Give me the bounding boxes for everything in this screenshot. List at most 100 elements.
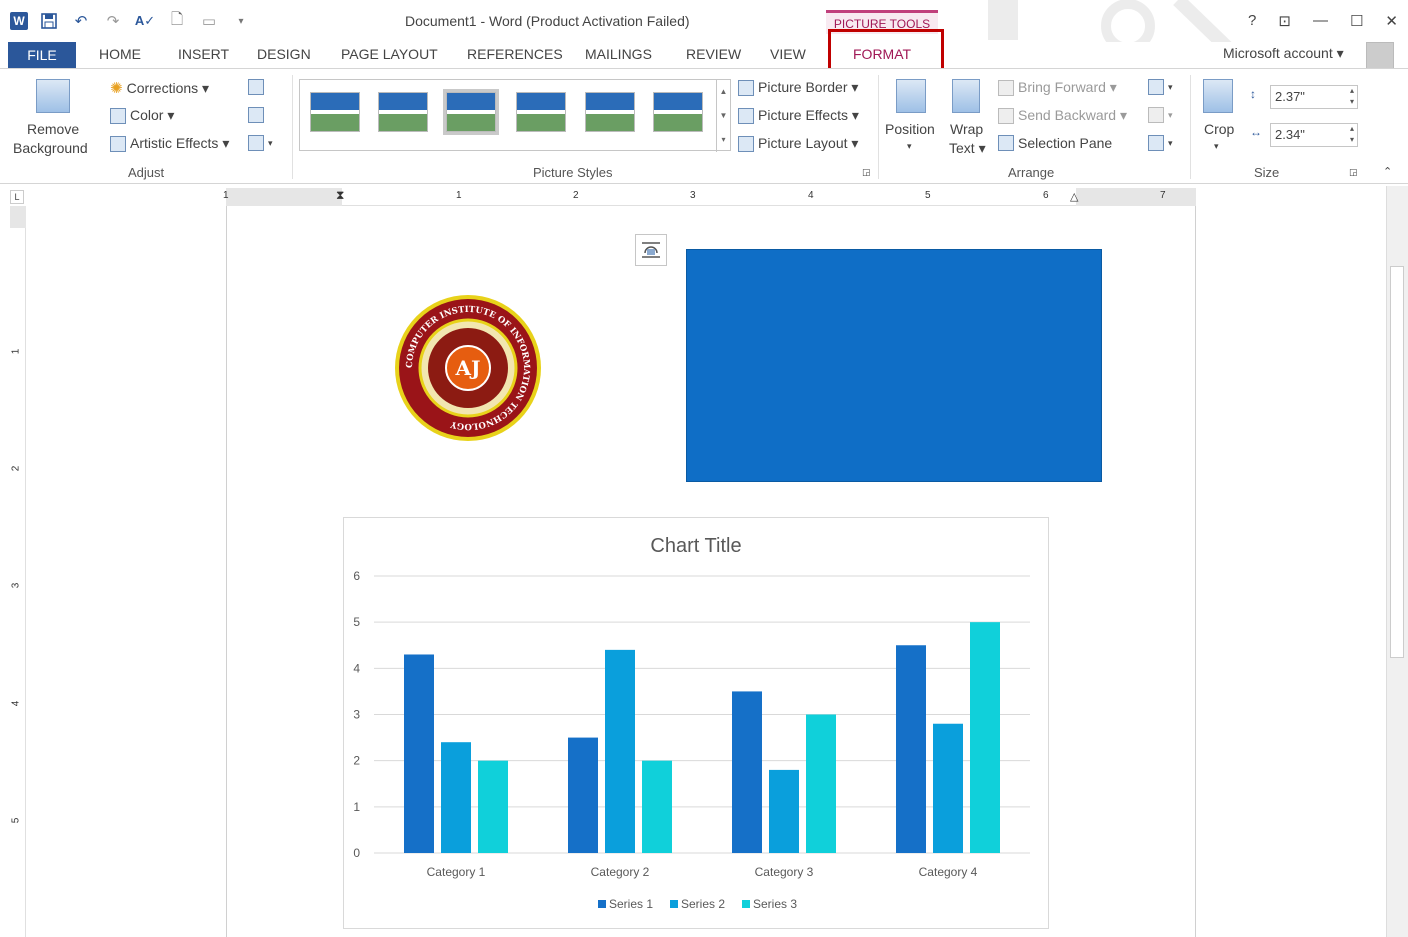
picture-style-3[interactable] <box>443 89 499 135</box>
gallery-more-icon[interactable]: ▾ <box>716 128 730 152</box>
ruler-number: 3 <box>10 582 22 589</box>
wrap-text-icon[interactable] <box>952 79 980 113</box>
open-folder-icon[interactable]: ▭ <box>198 10 220 32</box>
vertical-ruler[interactable]: 1 2 3 4 5 <box>10 206 26 937</box>
tab-format[interactable]: FORMAT <box>853 46 911 62</box>
shape-height-input[interactable]: 2.37" <box>1270 85 1358 109</box>
artistic-effects-button[interactable]: Artistic Effects ▾ <box>110 135 229 152</box>
tab-insert[interactable]: INSERT <box>178 46 229 62</box>
undo-icon[interactable]: ↶ <box>70 10 92 32</box>
wrap-text-button-line2[interactable]: Text ▾ <box>949 140 986 157</box>
compress-pictures-button[interactable] <box>248 79 264 95</box>
chart-object[interactable]: Chart Title 0 1 2 3 4 5 6 Category 1 Category 2 Ca… <box>343 517 1049 929</box>
crop-icon[interactable] <box>1203 79 1233 113</box>
ruler-number: 2 <box>573 190 579 201</box>
chevron-down-icon: ▾ <box>907 141 912 151</box>
color-button[interactable]: Color ▾ <box>110 107 174 124</box>
picture-style-4[interactable] <box>516 92 566 132</box>
picture-border-button[interactable]: Picture Border ▾ <box>738 79 858 96</box>
wrap-text-button-line1[interactable]: Wrap <box>950 121 983 137</box>
tab-file[interactable]: FILE <box>8 42 76 68</box>
picture-style-6[interactable] <box>653 92 703 132</box>
tab-references[interactable]: REFERENCES <box>467 46 563 62</box>
corrections-button[interactable]: ✺ Corrections ▾ <box>110 79 209 98</box>
rotate-button[interactable]: ▾ <box>1148 135 1173 151</box>
picture-effects-button[interactable]: Picture Effects ▾ <box>738 107 859 124</box>
align-button[interactable]: ▾ <box>1148 79 1173 95</box>
ruler-number: 5 <box>10 817 22 824</box>
bar <box>806 714 836 853</box>
tab-design[interactable]: DESIGN <box>257 46 311 62</box>
blue-rectangle-shape[interactable] <box>686 249 1102 482</box>
quick-access-toolbar: W ↶ ↷ A✓ 🗋 ▭ ▾ <box>10 10 252 32</box>
indent-marker-icon[interactable]: ⧗ <box>336 188 344 203</box>
rotate-icon <box>1148 135 1164 151</box>
picture-style-2[interactable] <box>378 92 428 132</box>
bar <box>769 769 799 853</box>
tab-page-layout[interactable]: PAGE LAYOUT <box>341 46 438 62</box>
right-indent-marker-icon[interactable]: △ <box>1070 190 1078 203</box>
position-icon[interactable] <box>896 79 926 113</box>
reset-picture-button[interactable]: ▾ <box>248 135 273 151</box>
maximize-button[interactable]: ☐ <box>1350 12 1363 30</box>
word-app-icon[interactable]: W <box>10 12 28 30</box>
change-picture-icon <box>248 107 264 123</box>
shape-width-input[interactable]: 2.34" <box>1270 123 1358 147</box>
new-document-icon[interactable]: 🗋 <box>166 10 188 32</box>
layout-options-button[interactable] <box>635 234 667 266</box>
bar <box>404 654 434 853</box>
layout-options-icon <box>642 242 660 258</box>
close-button[interactable]: ✕ <box>1385 12 1398 30</box>
tab-home[interactable]: HOME <box>99 46 141 62</box>
gallery-scroll-up-icon[interactable]: ▲ <box>716 80 730 104</box>
crop-button[interactable]: Crop <box>1204 121 1234 137</box>
y-tick-label: 1 <box>353 800 360 814</box>
bar <box>732 691 762 853</box>
remove-background-button-line1[interactable]: Remove <box>27 121 79 137</box>
legend-swatch <box>670 900 678 908</box>
ribbon-display-options-button[interactable]: ⊡ <box>1278 12 1291 30</box>
tab-selector[interactable]: L <box>10 190 24 204</box>
group-objects-button[interactable]: ▾ <box>1148 107 1173 123</box>
minimize-button[interactable]: — <box>1313 12 1328 30</box>
shape-width-icon: ↔ <box>1250 125 1262 139</box>
chevron-down-icon: ▾ <box>1168 81 1173 92</box>
change-picture-button[interactable] <box>248 107 264 123</box>
ribbon-tabs: FILE HOME INSERT DESIGN PAGE LAYOUT REFE… <box>0 29 1408 71</box>
save-icon[interactable] <box>38 10 60 32</box>
dialog-launcher-icon[interactable]: ◲ <box>862 167 871 178</box>
avatar[interactable] <box>1366 42 1394 70</box>
tab-mailings[interactable]: MAILINGS <box>585 46 652 62</box>
arrange-group-label: Arrange <box>1008 165 1055 180</box>
gallery-scroll-down-icon[interactable]: ▼ <box>716 104 730 128</box>
redo-icon[interactable]: ↷ <box>102 10 124 32</box>
spelling-icon[interactable]: A✓ <box>134 10 156 32</box>
remove-background-icon[interactable] <box>36 79 70 113</box>
send-backward-button[interactable]: Send Backward ▾ <box>998 107 1127 124</box>
remove-background-button-line2[interactable]: Background <box>13 140 88 156</box>
y-tick-label: 0 <box>353 846 360 860</box>
account-menu[interactable]: Microsoft account ▾ <box>1223 45 1344 62</box>
picture-layout-button[interactable]: Picture Layout ▾ <box>738 135 858 152</box>
help-button[interactable]: ? <box>1248 12 1256 30</box>
picture-style-5[interactable] <box>585 92 635 132</box>
collapse-ribbon-icon[interactable]: ⌃ <box>1383 165 1392 178</box>
tab-view[interactable]: VIEW <box>770 46 806 62</box>
picture-style-1[interactable] <box>310 92 360 132</box>
tab-review[interactable]: REVIEW <box>686 46 741 62</box>
bring-forward-button[interactable]: Bring Forward ▾ <box>998 79 1117 96</box>
bring-forward-label: Bring Forward ▾ <box>1018 79 1117 95</box>
vertical-scrollbar[interactable] <box>1386 186 1408 937</box>
ruler-number: 2 <box>10 465 22 472</box>
customize-qat-icon[interactable]: ▾ <box>230 10 252 32</box>
dialog-launcher-icon[interactable]: ◲ <box>1349 167 1358 178</box>
position-button[interactable]: Position <box>885 121 935 137</box>
picture-border-icon <box>738 79 754 96</box>
selection-pane-button[interactable]: Selection Pane <box>998 135 1112 151</box>
institute-logo[interactable]: COMPUTER INSTITUTE OF INFORMATION TECHNO… <box>392 294 544 442</box>
bar <box>441 742 471 853</box>
picture-border-label: Picture Border ▾ <box>758 79 859 95</box>
legend-swatch <box>742 900 750 908</box>
scrollbar-thumb[interactable] <box>1390 266 1404 658</box>
horizontal-ruler[interactable]: 1 1 2 3 4 5 6 7 ⧗ △ <box>223 188 1196 206</box>
